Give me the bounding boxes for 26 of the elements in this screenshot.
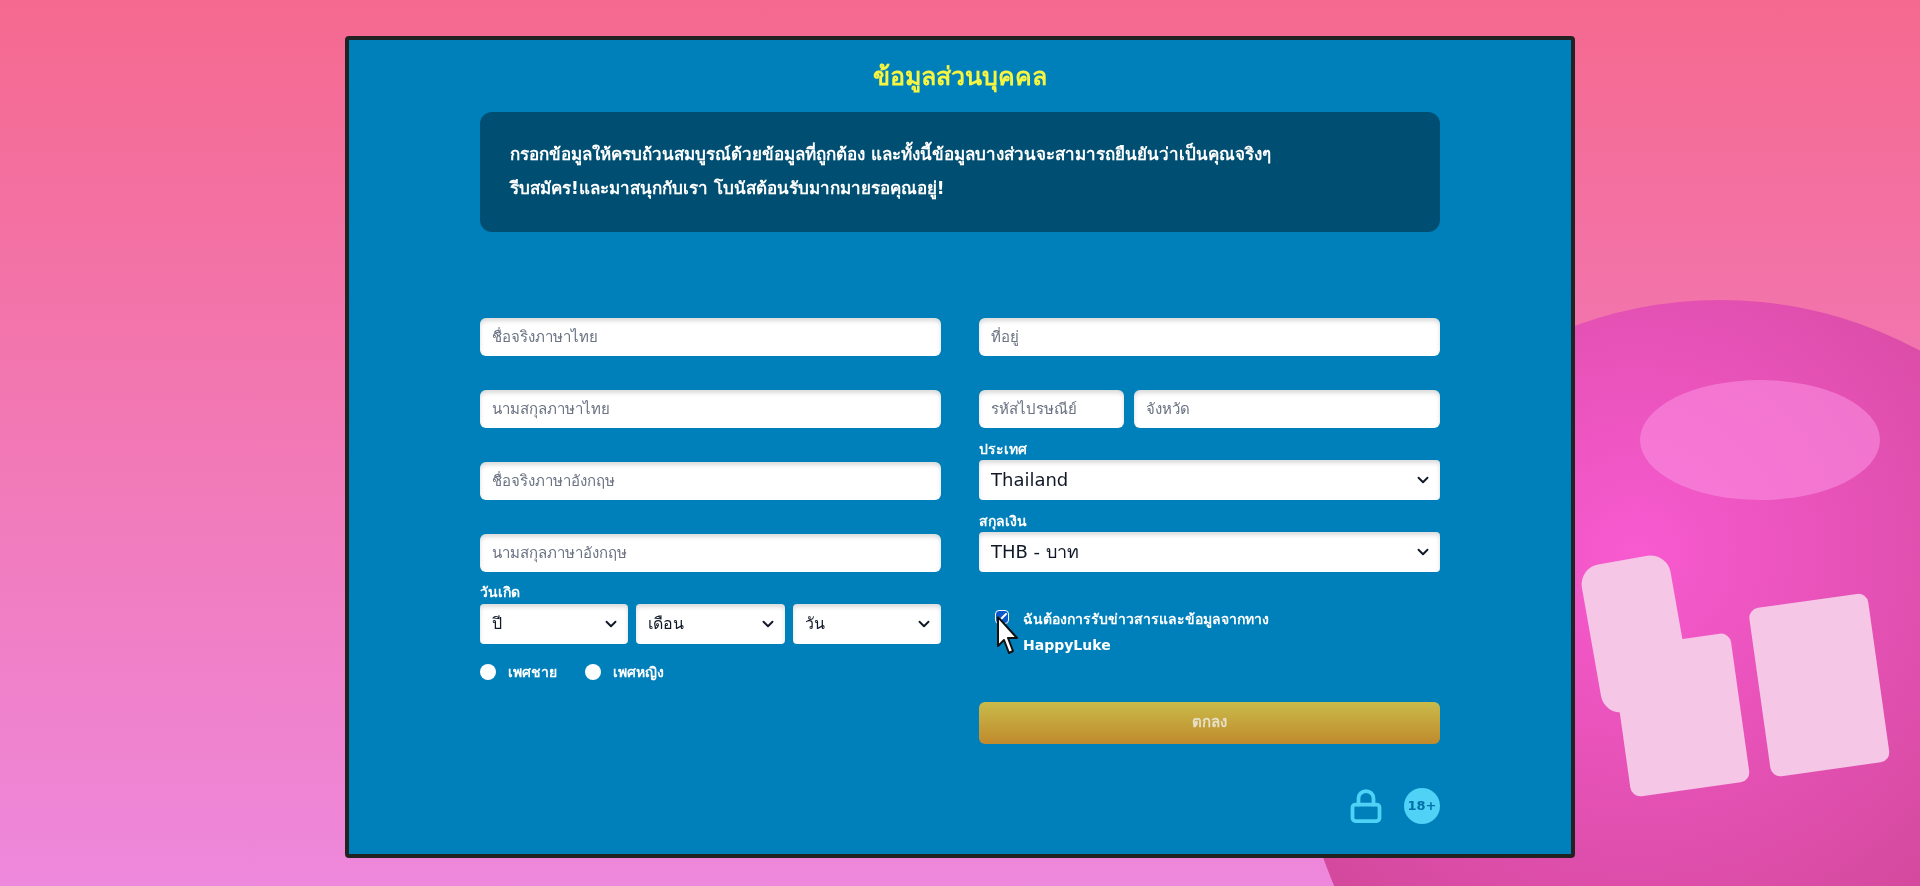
notice-text: รีบสมัคร!และมาสนุกกับเรา โบนัสต้อนรับมากมายรอคุณอยู่! [510, 176, 946, 201]
field-label: ประเทศ [979, 439, 1028, 459]
field-label: วันเกิด [480, 582, 521, 602]
radio-label: เพศชาย [508, 662, 557, 682]
age-badge: 18+ [1404, 787, 1440, 824]
checkbox-label: ฉันต้องการรับข่าวสารและข้อมูลจากทาง HappyLuke [1023, 609, 1270, 655]
radio-button[interactable] [480, 664, 496, 680]
select-field[interactable]: Thailand [979, 459, 1440, 500]
select-field[interactable]: วัน [792, 603, 941, 644]
text-field[interactable]: จังหวัด [1134, 389, 1440, 428]
page-title: ข้อมูลส่วนบุคคล [872, 61, 1048, 95]
select-field[interactable]: ปี [480, 603, 629, 644]
text-field[interactable]: รหัสไปรษณีย์ [979, 389, 1124, 428]
select-field[interactable]: THB - บาท [979, 531, 1440, 572]
text-field[interactable]: นามสกุลภาษาอังกฤษ [480, 533, 941, 572]
cursor-icon [997, 615, 1019, 656]
text-field[interactable]: ที่อยู่ [979, 317, 1440, 356]
text-field[interactable]: นามสกุลภาษาไทย [480, 389, 941, 428]
text-field[interactable]: ชื่อจริงภาษาไทย [480, 317, 941, 356]
lock-icon [1348, 787, 1384, 824]
field-label: สกุลเงิน [979, 511, 1028, 532]
radio-label: เพศหญิง [613, 662, 664, 683]
notice-text: กรอกข้อมูลให้ครบถ้วนสมบูรณ์ด้วยข้อมูลที่ถูกต้อง และทั้งนี้ข้อมูลบางส่วนจะสามารถยืนยันว่าเป็นคุณจริงๆ [510, 142, 1410, 168]
radio-button[interactable] [585, 664, 601, 680]
text-field[interactable]: ชื่อจริงภาษาอังกฤษ [480, 461, 941, 500]
select-field[interactable]: เดือน [636, 603, 785, 644]
